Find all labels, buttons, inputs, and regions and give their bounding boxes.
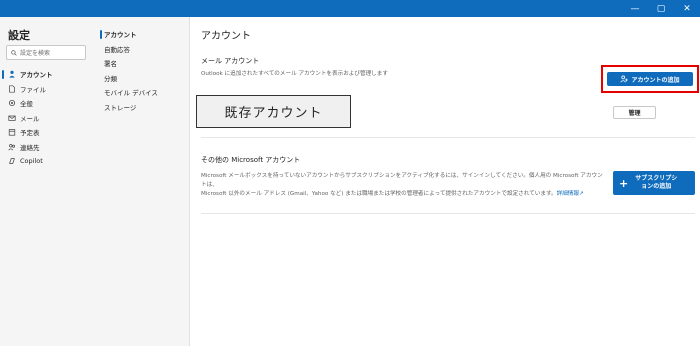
gear-icon (8, 100, 16, 107)
search-icon (11, 49, 17, 56)
add-account-label: アカウントの追加 (631, 76, 680, 84)
mail-accounts-heading: メール アカウント (201, 57, 260, 65)
ms-description-line2-text: Microsoft 以外のメール アドレス (Gmail、Yahoo など) ま… (201, 191, 557, 197)
nav-item-mail[interactable]: メール (0, 111, 90, 126)
calendar-icon (8, 129, 16, 136)
subnav-item-account[interactable]: アカウント (100, 27, 188, 42)
page-title: アカウント (201, 31, 251, 42)
nav-item-label: アカウント (20, 71, 53, 80)
external-link-icon: ↗ (579, 191, 584, 197)
close-button[interactable]: ✕ (674, 0, 700, 17)
existing-account-label: 既存アカウント (196, 95, 351, 128)
nav-item-label: メール (20, 114, 40, 123)
nav-item-label: 予定表 (20, 129, 40, 138)
nav-item-general[interactable]: 全般 (0, 96, 90, 111)
ms-description-line2: Microsoft 以外のメール アドレス (Gmail、Yahoo など) ま… (201, 190, 606, 199)
add-person-icon (620, 75, 629, 83)
nav-item-label: Copilot (20, 157, 43, 166)
settings-nav: アカウント ファイル 全般 メール 予定表 連絡先 Copilot (0, 67, 90, 169)
add-subscription-label: サブスクリプシ ョンの追加 (635, 175, 677, 191)
add-account-button[interactable]: アカウントの追加 (607, 72, 693, 86)
search-input[interactable]: 設定を検索 (6, 45, 86, 60)
account-subnav: アカウント 自動応答 署名 分類 モバイル デバイス ストレージ (100, 27, 188, 114)
nav-item-label: ファイル (20, 85, 46, 94)
subnav-item-storage[interactable]: ストレージ (100, 100, 188, 115)
nav-item-label: 全般 (20, 100, 33, 109)
copilot-icon (9, 158, 15, 165)
nav-item-label: 連絡先 (20, 143, 40, 152)
subnav-item-signature[interactable]: 署名 (100, 56, 188, 71)
plus-icon: + (619, 176, 629, 190)
nav-item-contacts[interactable]: 連絡先 (0, 140, 90, 155)
title-bar: — ▢ ✕ (0, 0, 700, 17)
subnav-item-categories[interactable]: 分類 (100, 71, 188, 86)
add-subscription-label-line2: ョンの追加 (641, 183, 672, 190)
nav-item-file[interactable]: ファイル (0, 82, 90, 97)
maximize-button[interactable]: ▢ (648, 0, 674, 17)
mail-icon (8, 115, 16, 121)
subnav-item-mobile-devices[interactable]: モバイル デバイス (100, 85, 188, 100)
search-placeholder: 設定を検索 (20, 50, 51, 57)
manage-button[interactable]: 管理 (613, 106, 656, 119)
ms-description-line1: Microsoft メールボックスを持っていないアカウントからサブスクリプション… (201, 173, 603, 188)
nav-item-calendar[interactable]: 予定表 (0, 125, 90, 140)
add-subscription-button[interactable]: + サブスクリプシ ョンの追加 (613, 171, 695, 195)
settings-title: 設定 (8, 29, 30, 42)
learn-more-link[interactable]: 詳細情報 (557, 191, 579, 197)
nav-item-account[interactable]: アカウント (0, 67, 90, 82)
main-panel: アカウント メール アカウント Outlook に追加されたすべてのメール アカ… (191, 17, 700, 346)
ms-accounts-heading: その他の Microsoft アカウント (201, 156, 301, 164)
nav-item-copilot[interactable]: Copilot (0, 154, 90, 169)
section-divider-bottom (201, 213, 695, 214)
ms-accounts-description: Microsoft メールボックスを持っていないアカウントからサブスクリプション… (201, 172, 606, 199)
people-icon (8, 143, 15, 151)
person-icon (9, 71, 15, 78)
section-divider (201, 137, 695, 138)
subnav-item-auto-reply[interactable]: 自動応答 (100, 42, 188, 57)
add-subscription-label-line1: サブスクリプシ (635, 175, 678, 182)
minimize-button[interactable]: — (622, 0, 648, 17)
mail-accounts-description: Outlook に追加されたすべてのメール アカウントを表示および管理します (201, 71, 388, 77)
settings-sidebar: 設定 設定を検索 アカウント ファイル 全般 メール 予定表 連絡先 Copil… (0, 17, 190, 346)
file-icon (9, 85, 15, 93)
